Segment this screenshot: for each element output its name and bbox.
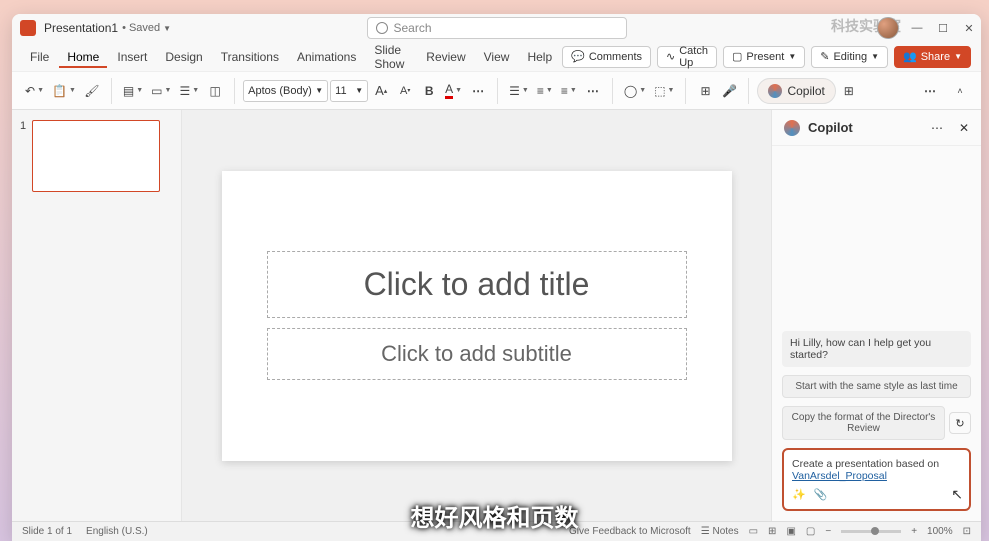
save-status[interactable]: • Saved xyxy=(122,22,160,34)
menu-insert[interactable]: Insert xyxy=(109,46,155,68)
fit-to-window-button[interactable]: ⊡ xyxy=(963,526,971,537)
subtitle-placeholder[interactable]: Click to add subtitle xyxy=(267,328,687,380)
thumbnail-number: 1 xyxy=(20,120,26,192)
maximize-button[interactable]: ☐ xyxy=(935,20,951,36)
copilot-panel-icon xyxy=(784,120,800,136)
copilot-input[interactable]: Create a presentation based on VanArsdel… xyxy=(782,448,971,511)
zoom-slider[interactable] xyxy=(841,530,901,533)
thumbnail-panel[interactable]: 1 xyxy=(12,110,182,521)
close-button[interactable]: ✕ xyxy=(961,20,977,36)
title-placeholder[interactable]: Click to add title xyxy=(267,251,687,318)
copilot-wand-icon[interactable]: ✨ xyxy=(792,488,806,501)
view-sorter-button[interactable]: ⊞ xyxy=(768,526,776,537)
view-reading-button[interactable]: ▣ xyxy=(786,526,795,537)
copilot-icon xyxy=(768,84,782,98)
decrease-font-button[interactable]: A▾ xyxy=(394,79,416,103)
designer-button[interactable]: ⊞ xyxy=(694,79,716,103)
minimize-button[interactable]: — xyxy=(909,20,925,36)
font-size-select[interactable]: 11▼ xyxy=(330,80,368,102)
document-title[interactable]: Presentation1 xyxy=(44,21,118,35)
catchup-button[interactable]: ∿ Catch Up xyxy=(657,46,717,68)
numbering-button[interactable]: ≡▼ xyxy=(534,79,556,103)
menu-view[interactable]: View xyxy=(476,46,518,68)
zoom-in-button[interactable]: + xyxy=(911,526,917,537)
menu-design[interactable]: Design xyxy=(157,46,210,68)
menu-review[interactable]: Review xyxy=(418,46,473,68)
feedback-link[interactable]: Give Feedback to Microsoft xyxy=(569,526,691,537)
copilot-ribbon-button[interactable]: Copilot xyxy=(757,78,835,104)
titlebar: Presentation1 • Saved ▼ Search 科技实验室 — ☐… xyxy=(12,14,981,42)
font-family-select[interactable]: Aptos (Body)▼ xyxy=(243,80,328,102)
bullets-button[interactable]: ☰▼ xyxy=(506,79,532,103)
copilot-attach-icon[interactable]: 📎 xyxy=(814,488,828,501)
ribbon: ↶▼ 📋▼ 🖌 ▤▼ ▭▼ ☰▼ ◫ Aptos (Body)▼ 11▼ A▴ … xyxy=(12,72,981,110)
status-chevron-icon[interactable]: ▼ xyxy=(163,24,171,33)
menu-slideshow[interactable]: Slide Show xyxy=(366,39,416,75)
layout-button[interactable]: ▭▼ xyxy=(148,79,174,103)
language-status[interactable]: English (U.S.) xyxy=(86,526,148,537)
cursor-icon: ↖ xyxy=(951,486,963,503)
ribbon-collapse-button[interactable]: ˄ xyxy=(949,79,971,103)
align-button[interactable]: ≡▼ xyxy=(558,79,580,103)
reset-button[interactable]: ◫ xyxy=(204,79,226,103)
shapes-button[interactable]: ◯▼ xyxy=(621,79,649,103)
more-para-button[interactable]: ⋯ xyxy=(582,79,604,103)
copilot-more-button[interactable]: ⋯ xyxy=(931,121,943,135)
copilot-panel-title: Copilot xyxy=(808,120,923,135)
thumbnail-preview[interactable] xyxy=(32,120,160,192)
menu-transitions[interactable]: Transitions xyxy=(213,46,287,68)
view-slideshow-button[interactable]: ▢ xyxy=(806,526,815,537)
notes-toggle[interactable]: ☰ Notes xyxy=(701,526,739,537)
increase-font-button[interactable]: A▴ xyxy=(370,79,392,103)
slide[interactable]: Click to add title Click to add subtitle xyxy=(222,171,732,461)
section-button[interactable]: ☰▼ xyxy=(176,79,202,103)
copilot-suggestion-1[interactable]: Start with the same style as last time xyxy=(782,375,971,398)
copilot-input-link[interactable]: VanArsdel_Proposal xyxy=(792,470,887,482)
undo-button[interactable]: ↶▼ xyxy=(22,79,47,103)
more-font-button[interactable]: ⋯ xyxy=(467,79,489,103)
search-placeholder: Search xyxy=(394,21,432,35)
slide-counter[interactable]: Slide 1 of 1 xyxy=(22,526,72,537)
present-button[interactable]: ▢ Present▼ xyxy=(723,46,805,68)
menubar: File Home Insert Design Transitions Anim… xyxy=(12,42,981,72)
app-icon xyxy=(20,20,36,36)
copilot-suggestion-2[interactable]: Copy the format of the Director's Review xyxy=(782,406,945,440)
search-input[interactable]: Search xyxy=(367,17,627,39)
zoom-out-button[interactable]: − xyxy=(825,526,831,537)
editing-mode-button[interactable]: ✎ Editing▼ xyxy=(811,46,888,68)
bold-button[interactable]: B xyxy=(418,79,440,103)
font-color-button[interactable]: A▼ xyxy=(442,79,465,103)
grid-view-button[interactable]: ⊞ xyxy=(838,79,860,103)
menu-file[interactable]: File xyxy=(22,46,57,68)
menu-home[interactable]: Home xyxy=(59,46,107,68)
dictate-button[interactable]: 🎤 xyxy=(718,79,740,103)
copilot-panel-header: Copilot ⋯ ✕ xyxy=(772,110,981,146)
paste-button[interactable]: 📋▼ xyxy=(49,79,79,103)
slide-canvas[interactable]: Click to add title Click to add subtitle xyxy=(182,110,771,521)
copilot-close-button[interactable]: ✕ xyxy=(959,121,969,135)
zoom-level[interactable]: 100% xyxy=(927,526,953,537)
arrange-button[interactable]: ⬚▼ xyxy=(651,79,677,103)
new-slide-button[interactable]: ▤▼ xyxy=(120,79,146,103)
comments-button[interactable]: 💬 Comments xyxy=(562,46,651,68)
menu-animations[interactable]: Animations xyxy=(289,46,364,68)
share-button[interactable]: 👥 Share▼ xyxy=(894,46,971,68)
copilot-panel: Copilot ⋯ ✕ Hi Lilly, how can I help get… xyxy=(771,110,981,521)
user-avatar[interactable] xyxy=(877,17,899,39)
copilot-refresh-button[interactable]: ↻ xyxy=(949,412,971,434)
copilot-greeting: Hi Lilly, how can I help get you started… xyxy=(782,331,971,367)
format-painter-button[interactable]: 🖌 xyxy=(81,79,103,103)
ribbon-overflow-button[interactable]: ⋯ xyxy=(919,79,941,103)
menu-help[interactable]: Help xyxy=(519,46,560,68)
view-normal-button[interactable]: ▭ xyxy=(749,526,758,537)
slide-thumbnail-1[interactable]: 1 xyxy=(20,120,173,192)
video-subtitle: 想好风格和页数 xyxy=(411,498,579,533)
